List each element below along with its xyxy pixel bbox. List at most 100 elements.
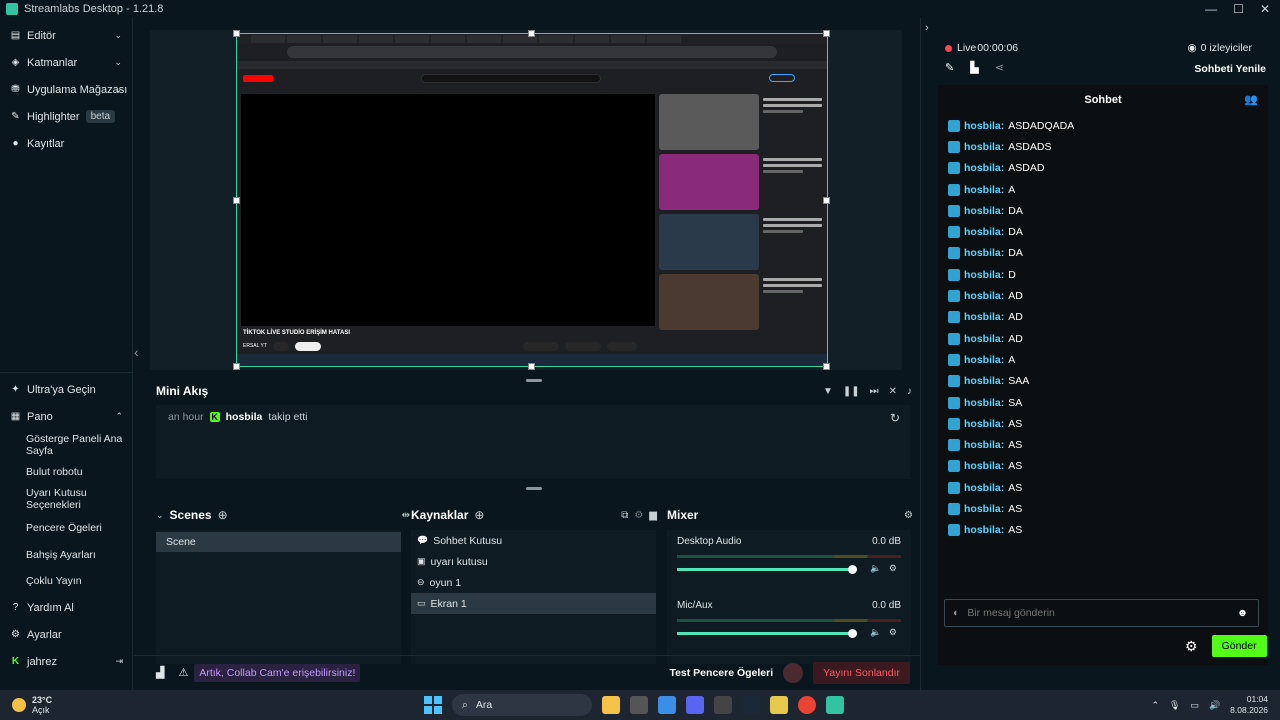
source-group-icon[interactable]: ⧉ bbox=[621, 510, 628, 521]
chevron-up-icon[interactable]: ⌃ bbox=[1151, 700, 1159, 711]
network-icon[interactable]: ▭ bbox=[1190, 700, 1199, 711]
clock[interactable]: 01:04 8.08.2026 bbox=[1230, 694, 1268, 716]
mic-icon[interactable]: 🎙 bbox=[1169, 700, 1180, 711]
chat-username[interactable]: hosbila: bbox=[964, 184, 1004, 196]
chat-username[interactable]: hosbila: bbox=[964, 205, 1004, 217]
speaker-icon[interactable]: 🔈 bbox=[870, 627, 881, 638]
add-scene-icon[interactable]: ⊕ bbox=[218, 508, 228, 522]
chat-input[interactable] bbox=[967, 607, 1229, 619]
stats-icon[interactable]: ▟ bbox=[156, 666, 164, 679]
chat-username[interactable]: hosbila: bbox=[964, 397, 1004, 409]
resize-handle[interactable] bbox=[823, 363, 830, 370]
app-icon[interactable] bbox=[630, 696, 648, 714]
nav-ultra[interactable]: ✦ Ultra'ya Geçin bbox=[0, 376, 133, 403]
taskbar-search[interactable]: ⌕ Ara bbox=[452, 694, 592, 716]
chat-username[interactable]: hosbila: bbox=[964, 482, 1004, 494]
logout-icon[interactable]: ⇥ bbox=[115, 656, 123, 667]
resize-handle[interactable] bbox=[823, 30, 830, 37]
chat-username[interactable]: hosbila: bbox=[964, 226, 1004, 238]
emoji-icon[interactable]: ☻ bbox=[1237, 607, 1248, 619]
app-icon[interactable] bbox=[658, 696, 676, 714]
volume-icon[interactable]: 🔊 bbox=[1209, 700, 1220, 711]
speaker-icon[interactable]: 🔈 bbox=[870, 563, 881, 574]
test-widgets-button[interactable]: Test Pencere Ögeleri bbox=[669, 667, 773, 679]
source-item[interactable]: 💬 Sohbet Kutusu bbox=[411, 530, 656, 551]
nav-sub-tip-settings[interactable]: Bahşiş Ayarları bbox=[0, 542, 133, 568]
add-source-icon[interactable]: ⊕ bbox=[474, 508, 484, 522]
nav-sub-widgets[interactable]: Pencere Ögeleri bbox=[0, 514, 133, 542]
nav-app-store[interactable]: ⛃ Uygulama Mağazası ⌄ bbox=[0, 76, 132, 103]
file-explorer-icon[interactable] bbox=[602, 696, 620, 714]
dashboard-icon[interactable]: ▙ bbox=[970, 61, 978, 74]
streamlabs-icon[interactable] bbox=[826, 696, 844, 714]
source-settings-icon[interactable]: ⚙ bbox=[634, 510, 643, 521]
volume-icon[interactable]: ♪ bbox=[907, 386, 912, 397]
close-button[interactable]: ✕ bbox=[1260, 2, 1270, 16]
chat-username[interactable]: hosbila: bbox=[964, 524, 1004, 536]
filter-icon[interactable]: ▼ bbox=[823, 386, 833, 397]
nav-editor[interactable]: ▤ Editör ⌄ bbox=[0, 22, 132, 49]
resize-handle[interactable] bbox=[233, 30, 240, 37]
resize-handle[interactable] bbox=[233, 197, 240, 204]
nav-highlighter[interactable]: ✎ Highlighter beta bbox=[0, 103, 132, 130]
nav-sub-alertbox[interactable]: Uyarı Kutusu Seçenekleri bbox=[0, 484, 133, 514]
source-item[interactable]: ⊖ oyun 1 bbox=[411, 572, 656, 593]
chat-username[interactable]: hosbila: bbox=[964, 120, 1004, 132]
chat-username[interactable]: hosbila: bbox=[964, 333, 1004, 345]
gear-icon[interactable]: ⚙ bbox=[1185, 638, 1198, 655]
nav-pano[interactable]: ▦ Pano ⌃ bbox=[0, 403, 133, 430]
discord-icon[interactable] bbox=[686, 696, 704, 714]
resize-handle[interactable] bbox=[528, 363, 535, 370]
edit-stream-icon[interactable]: ✎ bbox=[945, 61, 954, 74]
nav-help[interactable]: ? Yardım Al bbox=[0, 594, 133, 621]
folder-icon[interactable]: ▆ bbox=[649, 510, 657, 521]
minimize-button[interactable]: — bbox=[1205, 2, 1217, 16]
chat-username[interactable]: hosbila: bbox=[964, 439, 1004, 451]
nav-sub-multistream[interactable]: Çoklu Yayın bbox=[0, 568, 133, 594]
source-item[interactable]: ▭ Ekran 1 bbox=[411, 593, 656, 614]
chat-username[interactable]: hosbila: bbox=[964, 503, 1004, 515]
app-icon[interactable] bbox=[714, 696, 732, 714]
weather-widget[interactable]: 23°C Açık bbox=[12, 695, 52, 715]
app-icon[interactable] bbox=[770, 696, 788, 714]
nav-sub-cloudbot[interactable]: Bulut robotu bbox=[0, 460, 133, 484]
chat-username[interactable]: hosbila: bbox=[964, 375, 1004, 387]
pause-icon[interactable]: ❚❚ bbox=[843, 386, 860, 397]
collapse-nav-icon[interactable]: ‹ bbox=[134, 344, 139, 360]
feed-event[interactable]: an hour K hosbila takip etti bbox=[168, 411, 308, 423]
emote-icon[interactable]: ◐ bbox=[953, 607, 959, 619]
dock-resize-handle[interactable] bbox=[526, 487, 542, 490]
nav-sub-dashboard-home[interactable]: Gösterge Paneli Ana Sayfa bbox=[0, 430, 133, 460]
source-item[interactable]: ▣ uyarı kutusu bbox=[411, 551, 656, 572]
resize-handle[interactable] bbox=[233, 363, 240, 370]
start-button[interactable] bbox=[424, 696, 442, 714]
chat-username[interactable]: hosbila: bbox=[964, 290, 1004, 302]
resize-handle[interactable] bbox=[528, 30, 535, 37]
stream-preview[interactable]: TİKTOK LİVE STUDİO ERİŞİM HATASI ERSAL Y… bbox=[150, 30, 902, 370]
chat-username[interactable]: hosbila: bbox=[964, 162, 1004, 174]
chat-input-box[interactable]: ◐ ☻ bbox=[944, 599, 1259, 627]
gear-icon[interactable]: ⚙ bbox=[889, 627, 897, 638]
scene-item[interactable]: Scene bbox=[156, 532, 401, 552]
chat-username[interactable]: hosbila: bbox=[964, 460, 1004, 472]
nav-layers[interactable]: ◈ Katmanlar ⌄ bbox=[0, 49, 132, 76]
record-button[interactable] bbox=[783, 662, 804, 683]
promo-banner[interactable]: Artık, Collab Cam'e erişebilirsiniz! bbox=[194, 663, 361, 682]
notification-icon[interactable]: ⚠ bbox=[178, 666, 188, 679]
volume-slider[interactable] bbox=[677, 629, 857, 638]
nav-user[interactable]: K jahrez ⇥ bbox=[0, 648, 133, 675]
chrome-icon[interactable] bbox=[798, 696, 816, 714]
preview-canvas[interactable]: TİKTOK LİVE STUDİO ERİŞİM HATASI ERSAL Y… bbox=[236, 33, 828, 367]
steam-icon[interactable] bbox=[742, 696, 760, 714]
send-button[interactable]: Gönder bbox=[1211, 635, 1267, 657]
gear-icon[interactable]: ⚙ bbox=[889, 563, 897, 574]
scene-transition-icon[interactable]: ⇹ bbox=[402, 510, 410, 521]
end-stream-button[interactable]: Yayını Sonlandır bbox=[813, 661, 910, 684]
chat-username[interactable]: hosbila: bbox=[964, 418, 1004, 430]
nav-recordings[interactable]: ● Kayıtlar bbox=[0, 130, 132, 157]
volume-slider[interactable] bbox=[677, 565, 857, 574]
share-icon[interactable]: ⋖ bbox=[995, 61, 1004, 74]
chevron-down-icon[interactable]: ⌄ bbox=[156, 510, 164, 521]
maximize-button[interactable]: ☐ bbox=[1233, 2, 1244, 16]
mute-alerts-icon[interactable]: ✕ bbox=[889, 386, 897, 397]
